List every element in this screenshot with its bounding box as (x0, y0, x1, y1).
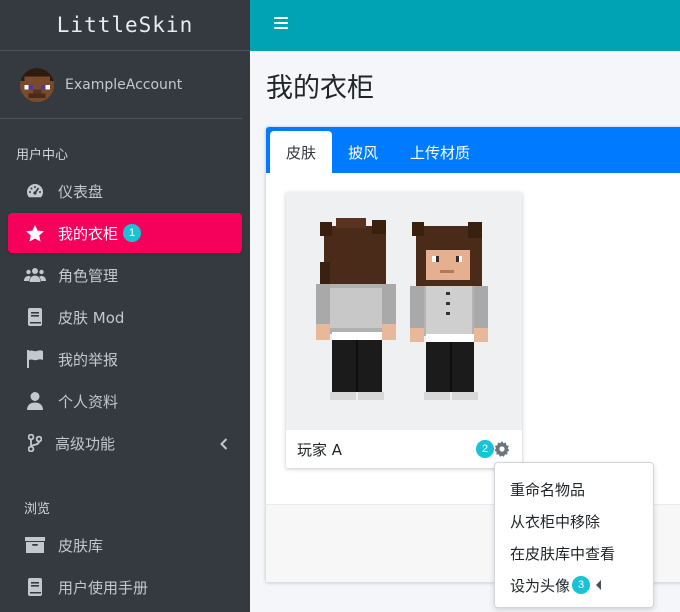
annotation-badge: 1 (123, 224, 142, 242)
sidebar-item-label: 个人资料 (58, 392, 119, 411)
tab-bar: 皮肤 披风 上传材质 (266, 127, 680, 173)
sidebar-item-label: 皮肤 Mod (58, 308, 125, 327)
menu-item-view-in-skinlib[interactable]: 在皮肤库中查看 (495, 537, 653, 569)
sidebar-item-reports[interactable]: 我的举报 (8, 339, 242, 379)
annotation-badge: 3 (572, 576, 591, 594)
tab-skin[interactable]: 皮肤 (270, 131, 333, 173)
sidebar-item-label: 我的举报 (58, 350, 119, 369)
closet-item-name: 玩家 A (297, 440, 343, 459)
sidebar-item-label: 仪表盘 (58, 182, 104, 201)
tab-upload[interactable]: 上传材质 (394, 131, 486, 173)
menu-item-rename[interactable]: 重命名物品 (495, 473, 653, 505)
brand-logo-text[interactable]: LittleSkin (57, 13, 193, 37)
sidebar-item-label: 角色管理 (58, 266, 119, 285)
sidebar-item-skinlib[interactable]: 皮肤库 (8, 525, 242, 565)
annotation-badge: 2 (476, 440, 494, 458)
item-context-menu: 重命名物品 从衣柜中移除 在皮肤库中查看 设为头像 3 (494, 462, 654, 608)
page-title: 我的衣柜 (266, 73, 374, 104)
sidebar-item-profile[interactable]: 个人资料 (8, 381, 242, 421)
users-icon (24, 265, 46, 285)
sidebar-item-skin-mod[interactable]: 皮肤 Mod (8, 297, 242, 337)
closet-item-card[interactable]: 玩家 A 2 (286, 192, 522, 468)
book-icon (24, 307, 46, 327)
gear-icon[interactable] (494, 441, 510, 461)
nav-header-browse: 浏览 (24, 501, 51, 517)
top-navbar (250, 0, 680, 51)
menu-toggle-icon[interactable] (274, 17, 288, 32)
sidebar-item-label: 高级功能 (55, 434, 116, 453)
sidebar-item-closet[interactable]: 我的衣柜 1 (8, 213, 242, 253)
menu-item-label: 设为头像 (510, 576, 571, 595)
sidebar-item-manual[interactable]: 用户使用手册 (8, 567, 242, 607)
sidebar-item-label: 我的衣柜 (58, 224, 119, 243)
sidebar: LittleSkin ExampleAccount 用户中心 仪表盘 我的衣柜 … (0, 0, 250, 612)
star-icon (24, 223, 46, 243)
flag-icon (24, 349, 46, 369)
user-panel[interactable]: ExampleAccount (0, 51, 242, 119)
closet-item-footer: 玩家 A 2 (286, 430, 522, 468)
chevron-left-icon[interactable] (220, 436, 228, 454)
user-icon (24, 391, 46, 411)
code-branch-icon (24, 433, 46, 453)
skin-preview[interactable] (286, 192, 522, 430)
user-name[interactable]: ExampleAccount (65, 77, 182, 93)
caret-left-icon (596, 580, 602, 590)
book-icon (24, 577, 46, 597)
skin-back-view (316, 218, 396, 400)
menu-item-set-avatar[interactable]: 设为头像 3 (495, 569, 653, 601)
archive-icon (24, 535, 46, 555)
brand[interactable]: LittleSkin (0, 0, 250, 51)
avatar[interactable] (20, 67, 54, 102)
tachometer-icon (24, 181, 46, 201)
nav-header-user-center: 用户中心 (16, 147, 69, 163)
tab-cape[interactable]: 披风 (332, 131, 394, 173)
sidebar-item-dashboard[interactable]: 仪表盘 (8, 171, 242, 211)
sidebar-item-players[interactable]: 角色管理 (8, 255, 242, 295)
sidebar-item-label: 用户使用手册 (58, 578, 149, 597)
sidebar-item-advanced[interactable]: 高级功能 (8, 423, 242, 463)
skin-front-view (410, 222, 488, 400)
menu-item-remove[interactable]: 从衣柜中移除 (495, 505, 653, 537)
sidebar-item-label: 皮肤库 (58, 536, 104, 555)
